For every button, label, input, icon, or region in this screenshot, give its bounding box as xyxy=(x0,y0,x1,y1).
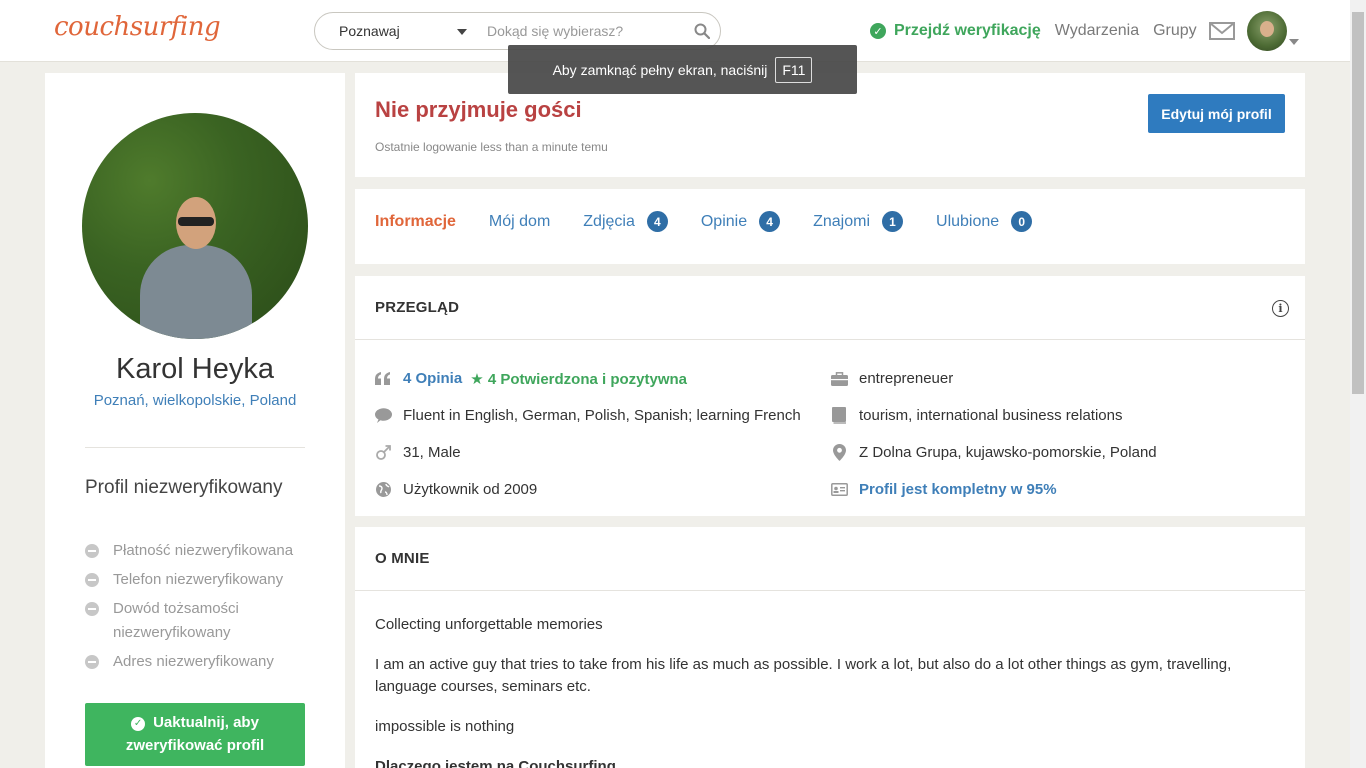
references-link[interactable]: 4 Opinia xyxy=(403,370,462,387)
minus-circle-icon xyxy=(85,655,99,669)
profile-tabs: Informacje Mój dom Zdjęcia 4 Opinie 4 Znaj… xyxy=(375,211,1065,232)
about-text: Collecting unforgettable memories I am a… xyxy=(375,614,1275,768)
about-line: impossible is nothing xyxy=(375,718,515,735)
overview-references: 4 Opinia ★ 4 Potwierdzona i pozytywna xyxy=(374,360,801,397)
overview-member-since: Użytkownik od 2009 xyxy=(374,471,801,508)
map-pin-icon xyxy=(830,444,848,462)
count-badge: 0 xyxy=(1011,211,1033,232)
quote-icon xyxy=(374,370,392,388)
verification-id: Dowód tożsamości niezweryfikowany xyxy=(85,597,310,645)
confirmed-references-link[interactable]: ★ 4 Potwierdzona i pozytywna xyxy=(470,370,687,388)
verify-link[interactable]: ✓ Przejdź weryfikację xyxy=(870,22,1041,40)
minus-circle-icon xyxy=(85,544,99,558)
nav-groups[interactable]: Grupy xyxy=(1153,22,1197,40)
fullscreen-tooltip: Aby zamknąć pełny ekran, naciśnij F11 xyxy=(508,45,857,94)
overview-right-list: entrepreneuer tourism, international bus… xyxy=(830,360,1157,508)
page-scrollbar[interactable] xyxy=(1350,0,1366,768)
envelope-icon xyxy=(1208,22,1235,40)
last-login: Ostatnie logowanie less than a minute te… xyxy=(375,140,608,154)
overview-age-gender: 31, Male xyxy=(374,434,801,471)
chevron-down-icon[interactable] xyxy=(1288,39,1299,45)
tab-references[interactable]: Opinie 4 xyxy=(701,211,781,232)
overview-languages: Fluent in English, German, Polish, Spani… xyxy=(374,397,801,434)
divider xyxy=(355,339,1305,340)
upgrade-verify-button[interactable]: ✓ Uaktualnij, aby zweryfikować profil xyxy=(85,703,305,766)
upgrade-button-label: Uaktualnij, aby zweryfikować profil xyxy=(125,714,265,754)
search-icon xyxy=(694,23,710,39)
search-mode-label: Poznawaj xyxy=(339,23,400,39)
tab-friends[interactable]: Znajomi 1 xyxy=(813,211,904,232)
verification-payment: Płatność niezweryfikowana xyxy=(85,539,310,563)
nav-right: ✓ Przejdź weryfikację Wydarzenia Grupy xyxy=(870,0,1299,62)
globe-icon xyxy=(374,481,392,499)
id-card-icon xyxy=(830,481,848,499)
tab-photos[interactable]: Zdjęcia 4 xyxy=(583,211,668,232)
search-input[interactable] xyxy=(475,23,684,39)
info-icon[interactable]: i xyxy=(1272,300,1289,317)
check-circle-icon: ✓ xyxy=(131,716,146,731)
about-line: I am an active guy that tries to take fr… xyxy=(375,656,1232,695)
about-heading: Dlaczego jestem na Couchsurfing xyxy=(375,758,616,768)
overview-title: PRZEGLĄD xyxy=(375,299,460,316)
count-badge: 4 xyxy=(646,211,668,232)
divider xyxy=(355,590,1305,591)
verification-title: Profil niezweryfikowany xyxy=(85,477,283,498)
overview-panel: PRZEGLĄD i 4 Opinia ★ 4 Potwierdzona i p… xyxy=(355,276,1305,516)
search-mode-select[interactable]: Poznawaj xyxy=(315,13,475,49)
about-me-panel: O MNIE Collecting unforgettable memories… xyxy=(355,527,1305,768)
book-icon xyxy=(830,407,848,425)
overview-left-list: 4 Opinia ★ 4 Potwierdzona i pozytywna Fl… xyxy=(374,360,801,508)
fullscreen-tooltip-text: Aby zamknąć pełny ekran, naciśnij xyxy=(552,61,768,78)
profile-completeness-link[interactable]: Profil jest kompletny w 95% xyxy=(859,481,1057,498)
briefcase-icon xyxy=(830,370,848,388)
edit-profile-button[interactable]: Edytuj mój profil xyxy=(1148,94,1285,133)
count-badge: 1 xyxy=(882,211,904,232)
tab-my-home[interactable]: Mój dom xyxy=(489,211,550,232)
minus-circle-icon xyxy=(85,602,99,616)
tab-favorites[interactable]: Ulubione 0 xyxy=(936,211,1033,232)
verification-address: Adres niezweryfikowany xyxy=(85,650,310,674)
chevron-down-icon xyxy=(457,29,467,35)
gender-icon xyxy=(374,444,392,462)
profile-sidebar: Karol Heyka Poznań, wielkopolskie, Polan… xyxy=(45,73,345,768)
search-button[interactable] xyxy=(684,13,720,49)
profile-photo[interactable] xyxy=(82,113,308,339)
check-circle-icon: ✓ xyxy=(870,23,886,39)
overview-occupation: entrepreneuer xyxy=(830,360,1157,397)
scrollbar-thumb[interactable] xyxy=(1352,12,1364,394)
profile-location[interactable]: Poznań, wielkopolskie, Poland xyxy=(45,392,345,409)
nav-events[interactable]: Wydarzenia xyxy=(1055,22,1139,40)
mail-button[interactable] xyxy=(1208,22,1235,40)
divider xyxy=(85,447,305,448)
tab-about[interactable]: Informacje xyxy=(375,211,456,232)
user-avatar[interactable] xyxy=(1246,11,1287,51)
verification-phone: Telefon niezweryfikowany xyxy=(85,568,310,592)
speech-bubble-icon xyxy=(374,407,392,425)
profile-tabs-panel: Informacje Mój dom Zdjęcia 4 Opinie 4 Znaj… xyxy=(355,189,1305,264)
minus-circle-icon xyxy=(85,573,99,587)
about-line: Collecting unforgettable memories xyxy=(375,616,603,633)
overview-hometown: Z Dolna Grupa, kujawsko-pomorskie, Polan… xyxy=(830,434,1157,471)
about-title: O MNIE xyxy=(375,550,430,567)
profile-name: Karol Heyka xyxy=(116,353,274,385)
couchsurfing-logo[interactable]: couchsurfing xyxy=(54,12,221,42)
hosting-status: Nie przyjmuje gości xyxy=(375,97,582,122)
f11-key: F11 xyxy=(775,56,813,83)
verification-list: Płatność niezweryfikowana Telefon niezwe… xyxy=(85,539,310,679)
verify-link-label: Przejdź weryfikację xyxy=(894,22,1041,39)
overview-completeness: Profil jest kompletny w 95% xyxy=(830,471,1157,508)
overview-education: tourism, international business relation… xyxy=(830,397,1157,434)
count-badge: 4 xyxy=(759,211,781,232)
